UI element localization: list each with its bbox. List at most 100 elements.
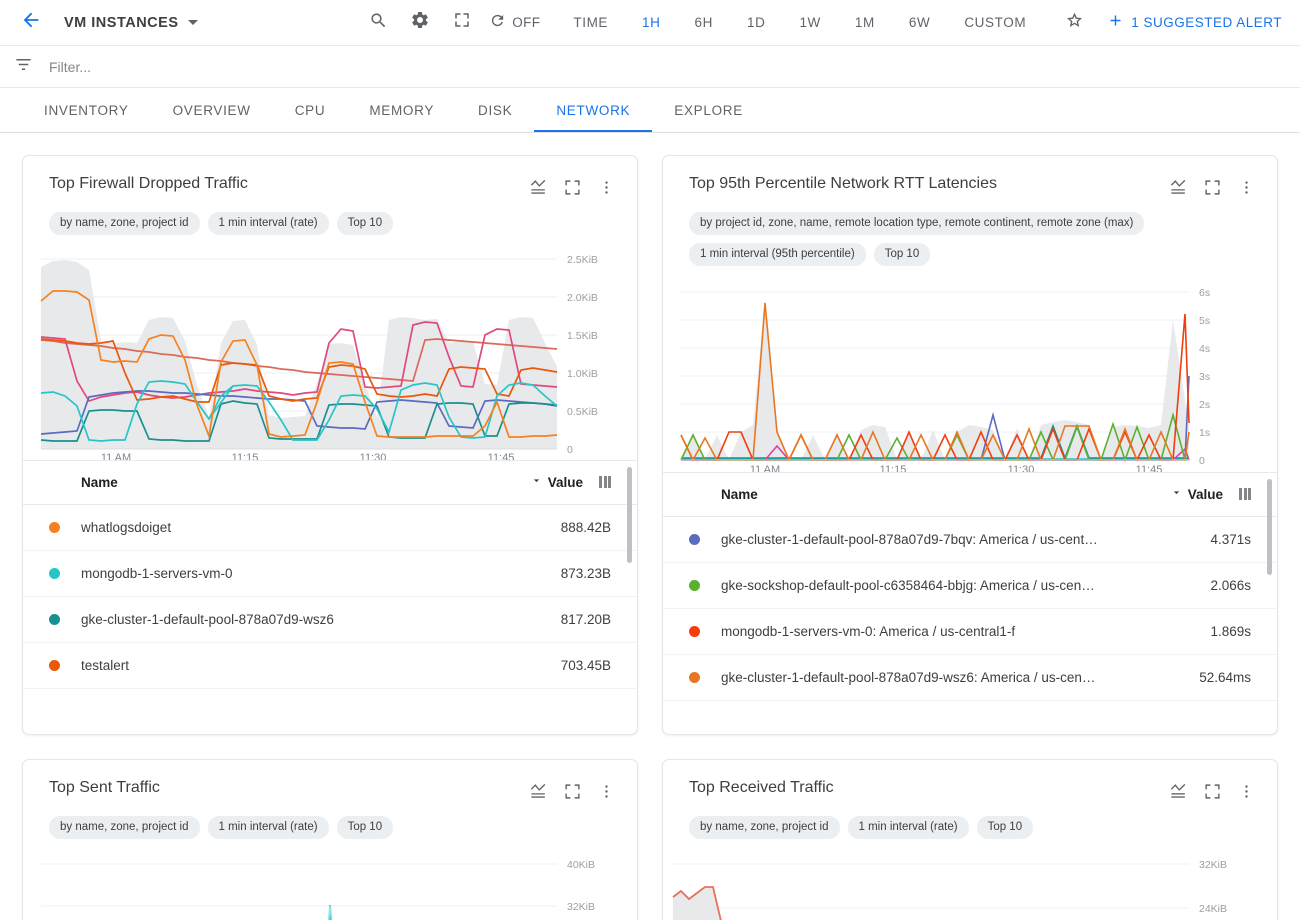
chip-limit[interactable]: Top 10 xyxy=(336,212,394,235)
expand-button[interactable] xyxy=(559,778,585,804)
table-row[interactable]: mongodb-1-servers-vm-0: America / us-cen… xyxy=(663,609,1277,655)
chart-legend-button[interactable] xyxy=(525,174,551,200)
time-label: TIME xyxy=(573,15,609,30)
svg-text:0: 0 xyxy=(1199,455,1205,467)
card-top-95th-percentile-network-rtt-latencies: Top 95th Percentile Network RTT Latencie… xyxy=(662,155,1278,735)
chart-legend-button[interactable] xyxy=(1165,778,1191,804)
chip-interval[interactable]: 1 min interval (95th percentile) xyxy=(689,242,866,266)
chip-limit[interactable]: Top 10 xyxy=(336,816,394,839)
refresh-state-label: OFF xyxy=(512,15,541,30)
more-options-button[interactable] xyxy=(1233,174,1259,200)
more-options-button[interactable] xyxy=(1233,778,1259,804)
column-header-value[interactable]: Value xyxy=(1170,486,1223,502)
favorite-button[interactable] xyxy=(1057,6,1091,40)
range-6h[interactable]: 6H xyxy=(695,15,713,30)
fullscreen-icon xyxy=(453,11,471,34)
filter-input[interactable] xyxy=(49,58,469,75)
page-title-dropdown-icon[interactable] xyxy=(187,20,198,25)
range-1w[interactable]: 1W xyxy=(799,15,820,30)
chart-area[interactable]: 32KiB 24KiB xyxy=(663,839,1277,920)
expand-button[interactable] xyxy=(559,174,585,200)
series-value: 2.066s xyxy=(1210,577,1251,593)
arrow-back-icon xyxy=(20,9,42,36)
table-scrollbar[interactable] xyxy=(627,466,632,563)
chart-area[interactable]: 6s 5s 4s 3s 2s 1s 0 11 AM 11:15 11:30 11… xyxy=(663,266,1277,472)
range-1m[interactable]: 1M xyxy=(855,15,875,30)
chip-interval[interactable]: 1 min interval (rate) xyxy=(847,816,969,839)
column-settings-icon[interactable] xyxy=(1239,488,1251,501)
settings-button[interactable] xyxy=(403,6,437,40)
y-axis-label: 40KiB xyxy=(567,859,595,871)
chip-group-by[interactable]: by name, zone, project id xyxy=(49,212,200,235)
tab-cpu[interactable]: CPU xyxy=(273,88,348,132)
card-actions xyxy=(1165,778,1259,804)
chip-interval[interactable]: 1 min interval (rate) xyxy=(207,212,329,235)
table-row[interactable]: whatlogsdoiget 888.42B xyxy=(23,505,637,551)
chip-group-by[interactable]: by name, zone, project id xyxy=(689,816,840,839)
more-options-button[interactable] xyxy=(593,174,619,200)
chart-area[interactable]: 40KiB 32KiB xyxy=(23,839,637,920)
series-name: mongodb-1-servers-vm-0 xyxy=(81,565,233,581)
table-row[interactable]: mongodb-1-servers-vm-0 873.23B xyxy=(23,551,637,597)
chip-group-by[interactable]: by project id, zone, name, remote locati… xyxy=(689,212,1145,235)
card-actions xyxy=(525,174,619,200)
series-color-dot xyxy=(689,533,700,545)
chart-area[interactable]: 2.5KiB 2.0KiB 1.5KiB 1.0KiB 0.5KiB 0 11 … xyxy=(23,235,637,460)
column-header-name: Name xyxy=(721,486,758,502)
card-header: Top Received Traffic xyxy=(663,760,1277,804)
more-options-button[interactable] xyxy=(593,778,619,804)
expand-button[interactable] xyxy=(1199,778,1225,804)
tab-memory[interactable]: MEMORY xyxy=(347,88,456,132)
card-chips: by name, zone, project id 1 min interval… xyxy=(663,804,1277,839)
svg-text:2.0KiB: 2.0KiB xyxy=(567,292,598,304)
card-top-sent-traffic: Top Sent Traffic by name, zone, project … xyxy=(22,759,638,920)
svg-text:2s: 2s xyxy=(1199,399,1210,411)
chip-limit[interactable]: Top 10 xyxy=(873,242,931,266)
page-title: VM INSTANCES xyxy=(64,14,179,31)
range-1d[interactable]: 1D xyxy=(747,15,765,30)
svg-text:11 AM: 11 AM xyxy=(101,452,131,460)
tab-network[interactable]: NETWORK xyxy=(534,88,653,132)
series-color-dot xyxy=(49,567,60,579)
range-1h[interactable]: 1H xyxy=(642,15,660,30)
range-6w[interactable]: 6W xyxy=(909,15,930,30)
auto-refresh-toggle[interactable]: OFF xyxy=(489,12,540,34)
line-chart: 6s 5s 4s 3s 2s 1s 0 11 AM 11:15 11:30 11… xyxy=(680,287,1210,472)
expand-button[interactable] xyxy=(1199,174,1225,200)
chart-legend-button[interactable] xyxy=(1165,174,1191,200)
column-settings-icon[interactable] xyxy=(599,476,611,489)
suggested-alert-button[interactable]: 1 SUGGESTED ALERT xyxy=(1107,12,1282,34)
table-row[interactable]: gke-cluster-1-default-pool-878a07d9-7bqv… xyxy=(663,517,1277,563)
svg-text:11:30: 11:30 xyxy=(360,452,387,460)
column-header-value[interactable]: Value xyxy=(530,474,583,490)
series-value: 873.23B xyxy=(560,565,611,581)
table-header-row: Name Value xyxy=(663,473,1277,517)
table-scrollbar[interactable] xyxy=(1267,478,1272,575)
card-title: Top Firewall Dropped Traffic xyxy=(49,175,248,192)
chip-interval[interactable]: 1 min interval (rate) xyxy=(207,816,329,839)
back-button[interactable] xyxy=(14,6,48,40)
table-row[interactable]: gke-sockshop-default-pool-c6358464-bbjg:… xyxy=(663,563,1277,609)
y-axis-label: 32KiB xyxy=(1199,859,1227,871)
table-row[interactable]: testalert 703.45B xyxy=(23,643,637,689)
table-row[interactable]: gke-cluster-1-default-pool-878a07d9-wsz6… xyxy=(23,597,637,643)
range-custom[interactable]: CUSTOM xyxy=(964,15,1026,30)
tab-disk[interactable]: DISK xyxy=(456,88,534,132)
chip-group-by[interactable]: by name, zone, project id xyxy=(49,816,200,839)
chip-limit[interactable]: Top 10 xyxy=(976,816,1034,839)
chevron-down-icon xyxy=(530,474,543,490)
top-bar: VM INSTANCES OFF TIME 1H 6H 1D 1W 1M 6W … xyxy=(0,0,1300,46)
svg-text:6s: 6s xyxy=(1199,287,1210,299)
series-color-dot xyxy=(689,625,700,637)
card-actions xyxy=(525,778,619,804)
fullscreen-button[interactable] xyxy=(445,6,479,40)
table-header-row: Name Value xyxy=(23,461,637,505)
tab-overview[interactable]: OVERVIEW xyxy=(151,88,273,132)
filter-bar xyxy=(0,46,1300,88)
tab-explore[interactable]: EXPLORE xyxy=(652,88,765,132)
table-row[interactable]: gke-cluster-1-default-pool-878a07d9-wsz6… xyxy=(663,655,1277,701)
series-name: gke-cluster-1-default-pool-878a07d9-wsz6 xyxy=(81,611,334,627)
search-button[interactable] xyxy=(361,6,395,40)
tab-inventory[interactable]: INVENTORY xyxy=(22,88,151,132)
chart-legend-button[interactable] xyxy=(525,778,551,804)
